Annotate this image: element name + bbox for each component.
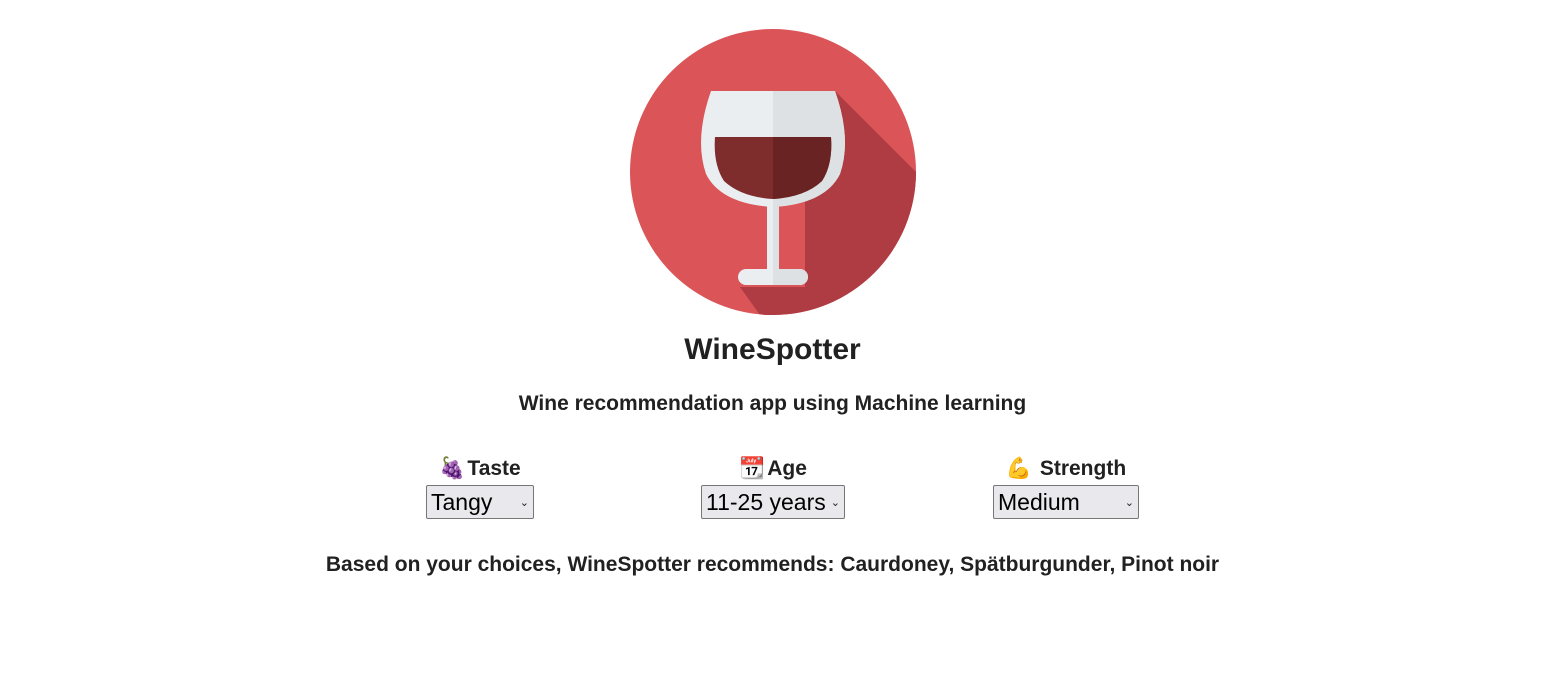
strength-label: 💪 Strength	[993, 453, 1139, 483]
grapes-icon: 🍇	[439, 456, 466, 480]
taste-field: 🍇Taste Tangy ⌄	[426, 453, 534, 519]
app-subtitle: Wine recommendation app using Machine le…	[518, 392, 1027, 415]
taste-select[interactable]: Tangy ⌄	[426, 485, 534, 519]
taste-label-text: Taste	[467, 457, 521, 480]
strength-selected-value: Medium	[998, 488, 1080, 515]
calendar-icon: 📆	[739, 456, 766, 480]
flexed-biceps-icon: 💪	[1005, 456, 1032, 480]
age-label: 📆Age	[701, 453, 845, 483]
chevron-down-icon: ⌄	[830, 496, 840, 509]
strength-label-text: Strength	[1039, 457, 1127, 480]
age-selected-value: 11-25 years	[706, 488, 826, 515]
recommendation-text: Based on your choices, WineSpotter recom…	[325, 553, 1220, 576]
winespotter-app: WineSpotter Wine recommendation app usin…	[0, 0, 1567, 673]
app-title: WineSpotter	[684, 333, 861, 366]
taste-label: 🍇Taste	[426, 453, 534, 483]
wine-glass-logo	[630, 29, 916, 315]
age-label-text: Age	[767, 457, 807, 480]
chevron-down-icon: ⌄	[519, 496, 529, 509]
chevron-down-icon: ⌄	[1124, 496, 1134, 509]
age-field: 📆Age 11-25 years ⌄	[701, 453, 845, 519]
strength-field: 💪 Strength Medium ⌄	[993, 453, 1139, 519]
taste-selected-value: Tangy	[431, 488, 493, 515]
age-select[interactable]: 11-25 years ⌄	[701, 485, 845, 519]
strength-select[interactable]: Medium ⌄	[993, 485, 1139, 519]
